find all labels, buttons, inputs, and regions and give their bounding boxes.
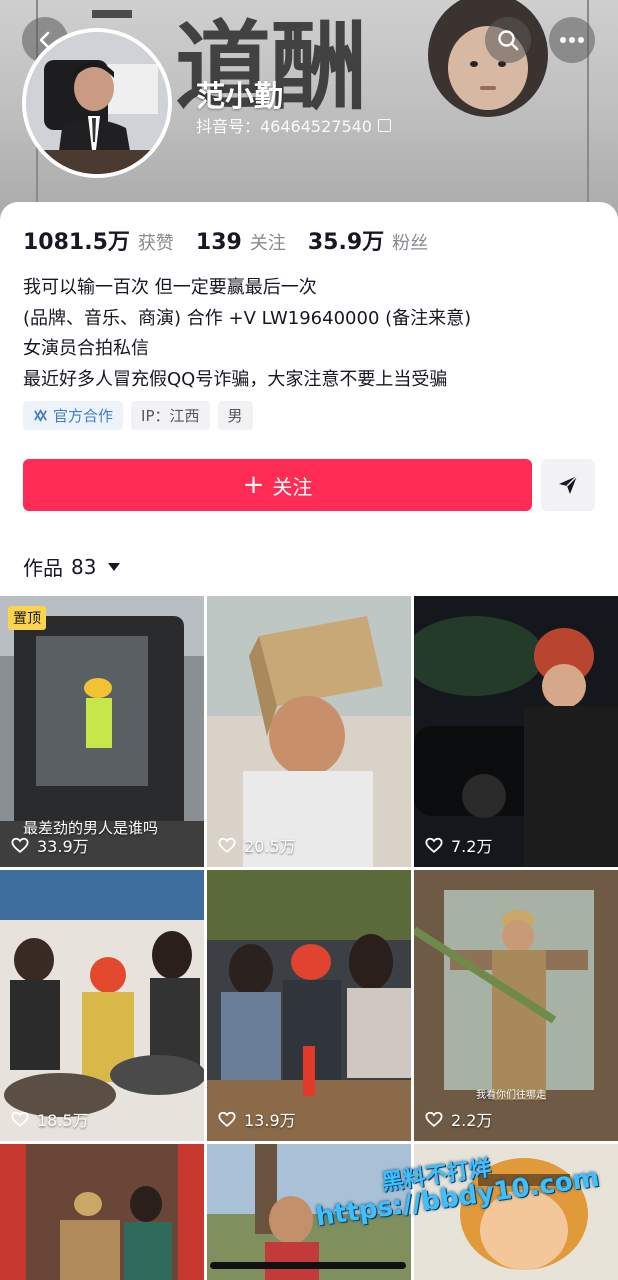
video-likes: 7.2万 (425, 833, 492, 857)
video-likes-count: 20.5万 (244, 837, 296, 856)
video-tile[interactable]: 13.9万 (207, 870, 411, 1141)
profile-card: 1081.5万 获赞 139 关注 35.9万 粉丝 我可以输一百次 但一定要赢… (0, 202, 618, 596)
message-button[interactable] (541, 459, 595, 511)
gender-tag: 男 (217, 401, 253, 430)
bio-line: 女演员合拍私信 (23, 338, 149, 359)
official-partner-label: 官方合作 (53, 407, 114, 425)
follow-label: 关注 (272, 474, 313, 499)
video-tile[interactable]: 18.5万 (0, 870, 204, 1141)
works-count: 83 (71, 554, 97, 579)
video-tile[interactable]: 20.5万 (207, 596, 411, 867)
ip-location-tag: IP：江西 (131, 401, 210, 430)
nickname: 范小勤 (196, 79, 284, 113)
stat-likes-label: 获赞 (137, 233, 174, 254)
video-thumbnail (0, 1144, 204, 1280)
video-thumbnail (207, 596, 411, 867)
heart-outline-icon (11, 1111, 29, 1127)
video-likes: 18.5万 (11, 1107, 89, 1131)
caret-down-icon (108, 562, 121, 571)
video-tile[interactable]: 我看你们往哪走 2.2万 (414, 870, 618, 1141)
stats-row: 1081.5万 获赞 139 关注 35.9万 粉丝 (23, 224, 428, 256)
search-button[interactable] (485, 17, 531, 63)
video-thumbnail (414, 596, 618, 867)
works-label: 作品 (23, 556, 63, 580)
stat-followers-label: 粉丝 (392, 233, 429, 254)
official-partner-icon (34, 409, 47, 422)
official-partner-tag[interactable]: 官方合作 (23, 401, 124, 430)
heart-outline-icon (218, 1111, 236, 1127)
plus-icon: + (242, 470, 265, 500)
video-tile[interactable]: 置顶 最差劲的男人是谁吗 33.9万 (0, 596, 204, 867)
avatar-photo (26, 32, 168, 174)
video-likes: 20.5万 (218, 833, 296, 857)
video-tile[interactable] (0, 1144, 204, 1280)
video-caption: 我看你们往哪走 (476, 1090, 546, 1101)
stat-followers-value: 35.9万 (307, 230, 385, 255)
profile-banner: 道酬 范小勤 抖音号：46464527540 (0, 0, 618, 222)
video-thumbnail (207, 870, 411, 1141)
home-indicator[interactable] (210, 1262, 406, 1269)
heart-outline-icon (425, 1111, 443, 1127)
bio: 我可以输一百次 但一定要赢最后一次 (品牌、音乐、商演) 合作 +V LW196… (23, 273, 603, 395)
video-likes: 2.2万 (425, 1107, 492, 1131)
douyin-id-text: 抖音号：46464527540 (196, 117, 372, 136)
copy-icon[interactable] (377, 118, 391, 132)
bio-line: (品牌、音乐、商演) 合作 +V LW19640000 (备注来意) (23, 307, 472, 329)
video-likes-count: 18.5万 (37, 1111, 89, 1130)
avatar[interactable] (22, 28, 172, 178)
pinned-badge: 置顶 (8, 606, 46, 630)
video-thumbnail (0, 870, 204, 1141)
heart-outline-icon (11, 837, 29, 853)
send-icon (559, 475, 578, 494)
stat-likes-value: 1081.5万 (23, 230, 130, 255)
more-dots-icon (560, 37, 584, 43)
stat-followers[interactable]: 35.9万 粉丝 (308, 224, 428, 256)
stat-following[interactable]: 139 关注 (196, 229, 286, 255)
bio-line: 最近好多人冒充假QQ号诈骗，大家注意不要上当受骗 (23, 368, 448, 390)
video-likes: 13.9万 (218, 1107, 296, 1131)
heart-outline-icon (218, 837, 236, 853)
search-icon (498, 30, 519, 51)
video-likes-count: 7.2万 (451, 837, 493, 856)
video-likes-count: 33.9万 (37, 837, 89, 856)
video-tile[interactable]: 7.2万 (414, 596, 618, 867)
heart-outline-icon (425, 837, 443, 853)
stat-likes[interactable]: 1081.5万 获赞 (23, 224, 174, 256)
video-likes-count: 13.9万 (244, 1111, 296, 1130)
video-likes: 33.9万 (11, 833, 89, 857)
tags-row: 官方合作 IP：江西 男 (23, 401, 253, 430)
bio-line: 我可以输一百次 但一定要赢最后一次 (23, 277, 317, 298)
stat-following-label: 关注 (249, 233, 286, 254)
video-likes-count: 2.2万 (451, 1111, 493, 1130)
more-button[interactable] (549, 17, 595, 63)
follow-button[interactable]: + 关注 (23, 459, 532, 511)
stat-following-value: 139 (195, 230, 242, 255)
douyin-id-row[interactable]: 抖音号：46464527540 (196, 113, 391, 137)
works-tab[interactable]: 作品 83 (23, 552, 121, 581)
